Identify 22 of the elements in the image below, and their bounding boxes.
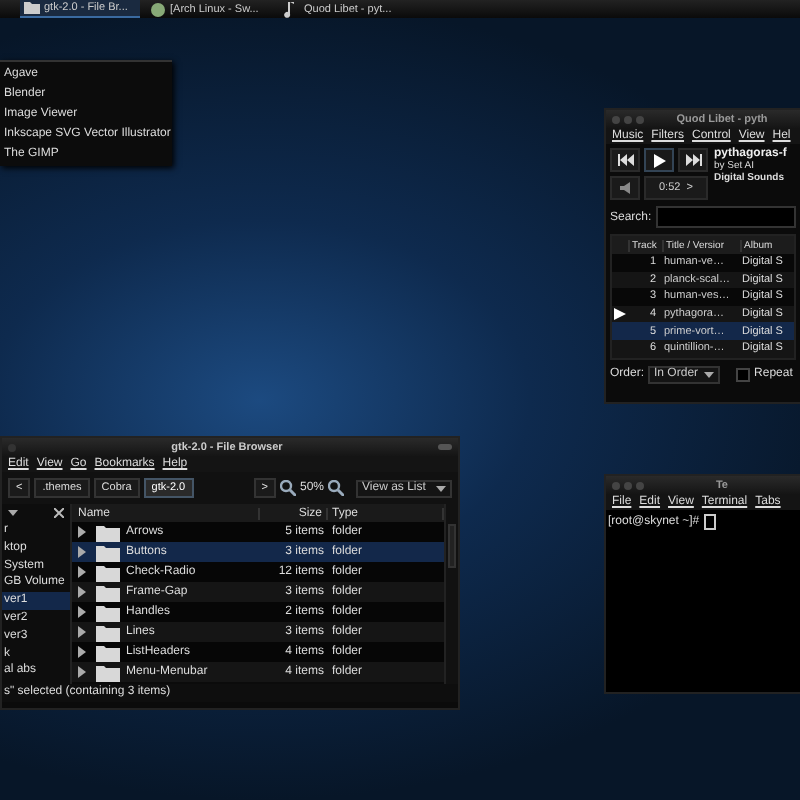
zoom-in-icon — [328, 480, 344, 496]
search-field[interactable] — [655, 206, 796, 228]
previous-button[interactable] — [610, 148, 640, 172]
play-icon — [653, 153, 665, 167]
window-control[interactable] — [438, 444, 452, 450]
music-icon — [284, 1, 300, 17]
previous-icon — [617, 154, 633, 166]
speaker-icon — [620, 182, 630, 194]
caret-icon — [704, 371, 715, 378]
caret-icon — [8, 510, 18, 516]
cursor — [703, 514, 716, 530]
close-icon — [54, 508, 64, 518]
next-button[interactable] — [678, 148, 708, 172]
caret-icon — [436, 485, 446, 491]
next-icon — [685, 154, 701, 166]
zoom-out-icon — [279, 480, 296, 496]
scrollbar[interactable] — [444, 504, 458, 684]
play-button[interactable] — [644, 148, 674, 172]
volume-button[interactable] — [610, 176, 640, 200]
folder-icon — [24, 0, 40, 16]
repeat-checkbox[interactable] — [736, 367, 751, 382]
browser-icon — [150, 1, 166, 17]
